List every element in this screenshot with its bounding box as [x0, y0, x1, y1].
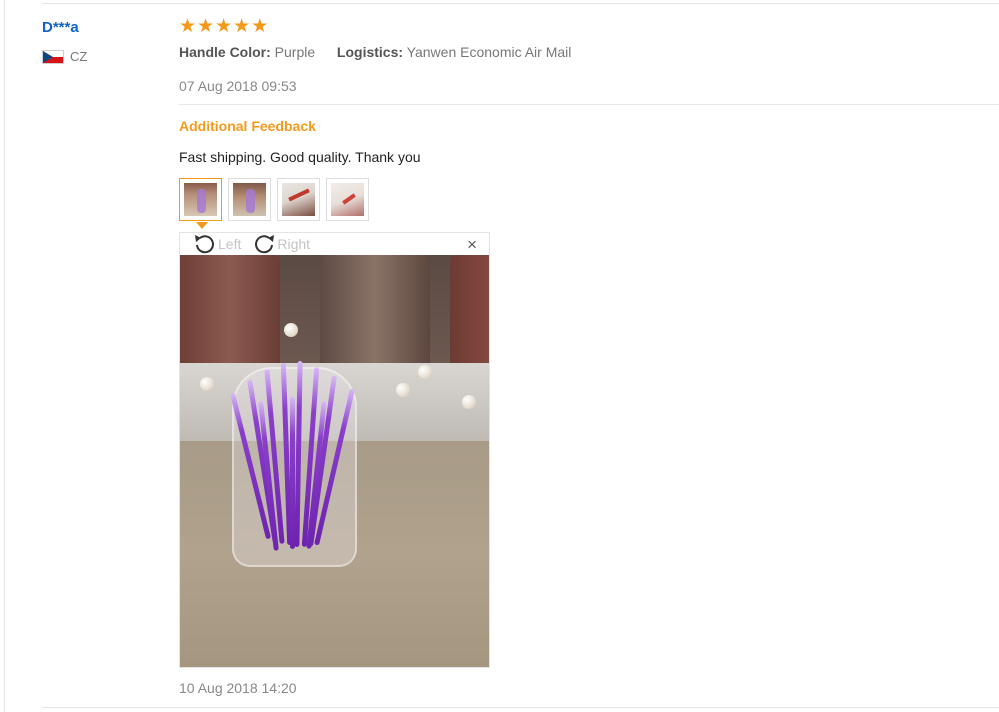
photo-candle-cup	[320, 255, 430, 375]
photo-bead	[418, 365, 432, 379]
photo-sticks	[229, 360, 355, 561]
photo-bead	[284, 323, 298, 337]
country-code: CZ	[70, 49, 88, 64]
attr-label-logistics: Logistics:	[336, 44, 404, 60]
star-icon: ★	[233, 16, 251, 37]
reviewer-name[interactable]: D***a	[42, 19, 79, 36]
bottom-divider	[42, 707, 999, 708]
viewer-toolbar: Left Right ×	[180, 233, 489, 255]
star-icon: ★	[197, 16, 215, 37]
review-attributes: Handle Color: Purple Logistics: Yanwen E…	[179, 44, 571, 60]
reviewer-country: CZ	[42, 49, 87, 64]
feedback-thumbnail-1[interactable]	[179, 178, 222, 221]
star-icon: ★	[179, 16, 197, 37]
photo-bead	[200, 377, 214, 391]
feedback-thumbnail-3[interactable]	[277, 178, 320, 221]
rating-stars: ★ ★ ★ ★ ★	[179, 17, 268, 37]
czech-flag-icon	[42, 49, 64, 64]
additional-feedback-title: Additional Feedback	[179, 118, 316, 134]
left-border	[4, 0, 5, 712]
rotate-left-label: Left	[218, 236, 242, 252]
attr-value-logistics: Yanwen Economic Air Mail	[406, 44, 572, 60]
feedback-thumbnail-4[interactable]	[326, 178, 369, 221]
photo-candle-cup	[180, 255, 280, 375]
attr-value-color: Purple	[274, 44, 316, 60]
feedback-thumbnail-2[interactable]	[228, 178, 271, 221]
close-viewer-button[interactable]: ×	[467, 236, 477, 253]
review-date: 07 Aug 2018 09:53	[179, 78, 297, 94]
rotate-right-icon	[255, 235, 275, 254]
active-thumbnail-pointer	[196, 222, 208, 229]
thumbnail-image	[233, 183, 266, 216]
thumbnail-image	[331, 183, 364, 216]
feedback-divider	[179, 104, 999, 105]
attr-label-color: Handle Color:	[179, 44, 271, 60]
photo-candle-cup	[450, 255, 489, 375]
thumbnail-image	[282, 183, 315, 216]
photo-bead	[462, 395, 476, 409]
rotate-right-button[interactable]: Right	[251, 233, 310, 255]
rotate-left-icon	[195, 235, 214, 254]
feedback-photo	[180, 255, 489, 667]
star-icon: ★	[215, 16, 233, 37]
top-divider	[42, 3, 999, 4]
additional-feedback-date: 10 Aug 2018 14:20	[179, 680, 297, 696]
feedback-thumbnails	[179, 178, 369, 221]
rotate-left-button[interactable]: Left	[192, 233, 241, 255]
star-icon: ★	[251, 16, 269, 37]
image-viewer: Left Right ×	[179, 232, 490, 668]
additional-feedback-text: Fast shipping. Good quality. Thank you	[179, 149, 421, 165]
photo-bead	[396, 383, 410, 397]
rotate-right-label: Right	[277, 236, 311, 252]
thumbnail-image	[184, 183, 217, 216]
